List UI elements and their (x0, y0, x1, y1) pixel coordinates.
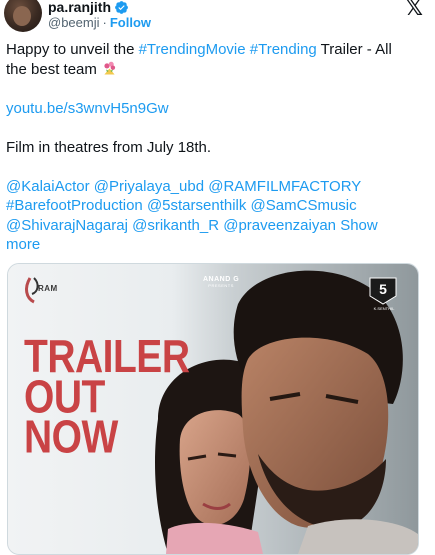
presenter-name: ANAND G (203, 276, 240, 283)
poster-line: NOW (24, 412, 118, 464)
poster-title: TRAILER OUT NOW (24, 334, 190, 464)
bouquet-icon (104, 61, 116, 74)
separator-dot: · (102, 15, 107, 30)
hashtag-link[interactable]: #Trending (250, 41, 317, 58)
x-logo-icon[interactable]: 𝕏 (405, 0, 423, 20)
tweet-line-release: Film in theatres from July 18th. (6, 138, 212, 156)
ram-logo-text: RAM (38, 284, 58, 293)
hashtag-link[interactable]: #TrendingMovie (139, 41, 246, 58)
tweet-text: Happy to unveil the #TrendingMovie #Tren… (6, 40, 411, 255)
mention-link[interactable]: @ShivarajNagaraj (6, 217, 128, 234)
handle-row: @beemji · Follow (48, 15, 151, 31)
mention-link[interactable]: @KalaiActor (6, 178, 90, 195)
mention-link[interactable]: @srikanth_R (132, 217, 219, 234)
display-name[interactable]: pa.ranjith (48, 0, 111, 15)
production-badge: K.SENTHIL (368, 276, 400, 312)
tweet-mentions: @KalaiActor @Priyalaya_ubd @RAMFILMFACTO… (6, 177, 411, 255)
mention-link[interactable]: @5starsenthilk (147, 197, 246, 214)
hashtag-link[interactable]: #BarefootProduction (6, 197, 143, 214)
presenter-credit: ANAND G PRESENTS (203, 276, 239, 288)
avatar[interactable] (4, 0, 42, 32)
media-image[interactable]: 5 RAM ANAND G PRESENTS K.SENTHIL TRAILER… (7, 263, 419, 555)
mention-link[interactable]: @RAMFILMFACTORY (208, 178, 361, 195)
tweet-line-announcement: Happy to unveil the #TrendingMovie #Tren… (6, 40, 411, 79)
follow-button[interactable]: Follow (110, 15, 151, 31)
text-segment: Happy to unveil the (6, 41, 139, 58)
verified-badge-icon (115, 0, 128, 14)
mention-link[interactable]: @Priyalaya_ubd (94, 178, 204, 195)
badge-name: K.SENTHIL (373, 306, 395, 311)
author-name-row[interactable]: pa.ranjith (48, 0, 129, 15)
presenter-sub: PRESENTS (208, 283, 234, 288)
mention-link[interactable]: @SamCSmusic (251, 197, 357, 214)
mention-link[interactable]: @praveenzaiyan (223, 217, 336, 234)
handle[interactable]: @beemji (48, 15, 100, 31)
tweet-header: pa.ranjith @beemji · Follow 𝕏 (0, 0, 435, 34)
external-link[interactable]: youtu.be/s3wnvH5n9Gw (6, 100, 169, 117)
